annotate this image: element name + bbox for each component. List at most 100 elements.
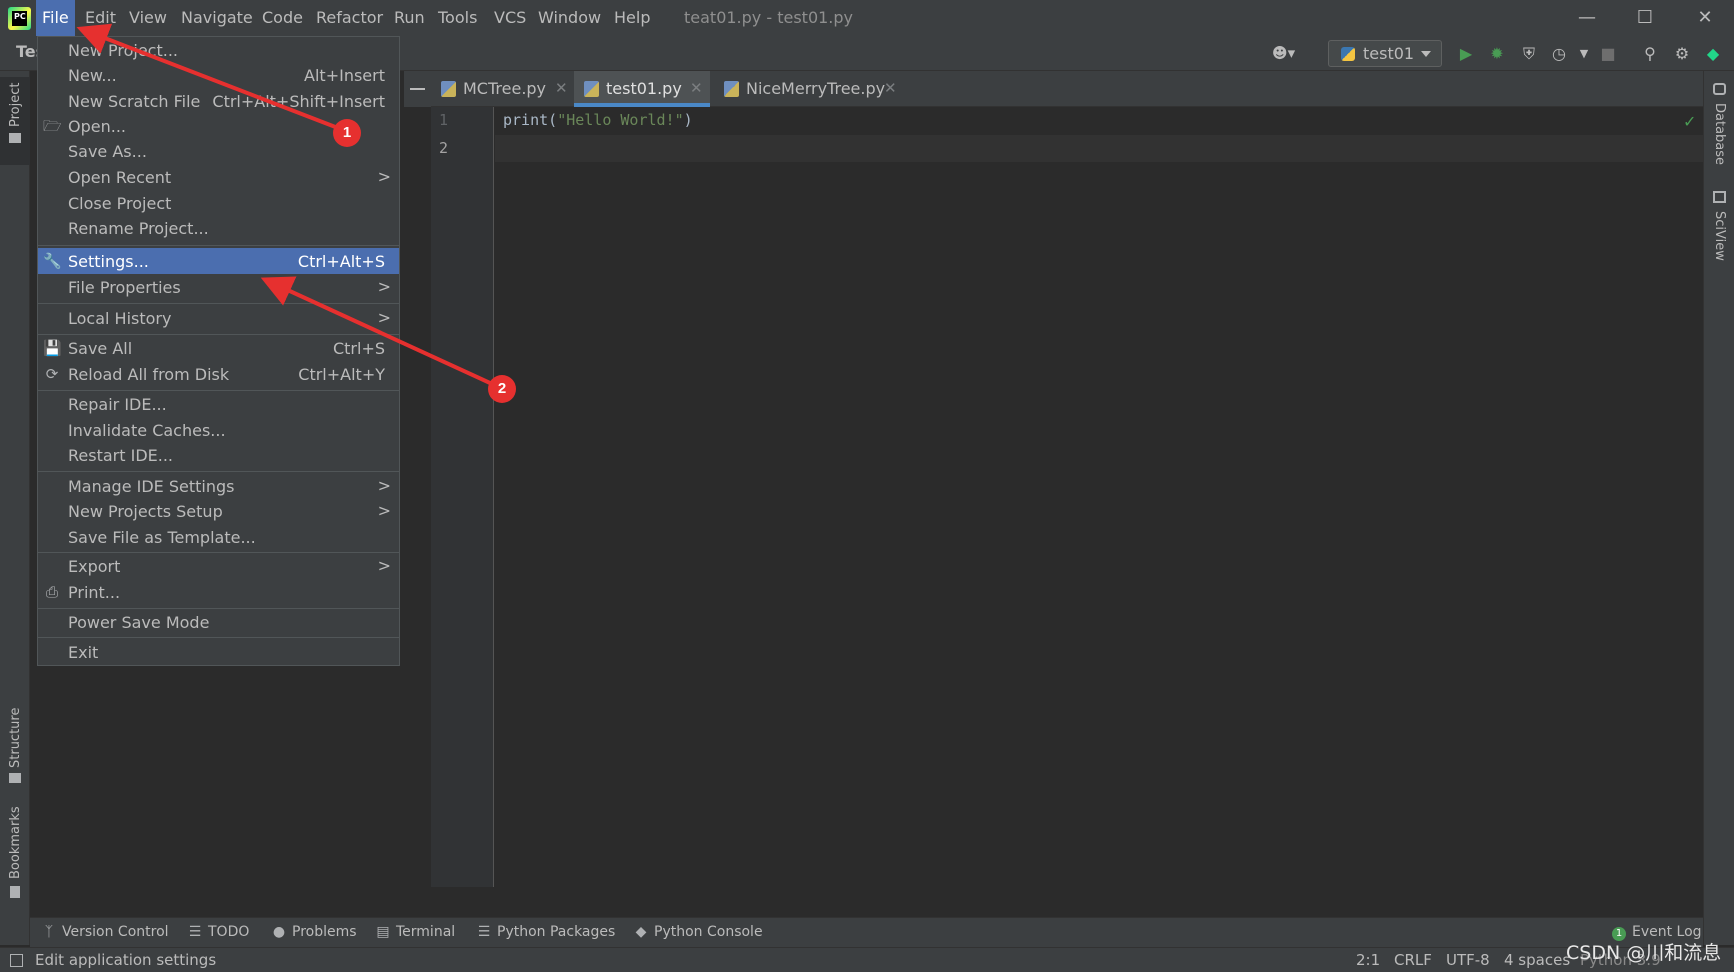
close-tab-icon[interactable]: ✕ <box>690 79 703 97</box>
menu-item-invalidate-caches[interactable]: Invalidate Caches... <box>38 417 399 443</box>
gear-icon[interactable]: ⚙ <box>1672 44 1692 64</box>
left-tool-stripe: Project Structure Bookmarks <box>0 71 30 945</box>
menu-item-reload-all[interactable]: ⟳ Reload All from Disk Ctrl+Alt+Y <box>38 361 399 387</box>
python-packages-tool[interactable]: ☰ Python Packages <box>477 924 616 940</box>
tab-mctree[interactable]: MCTree.py ✕ <box>431 71 571 107</box>
menu-item-file-properties[interactable]: File Properties > <box>38 274 399 300</box>
menu-item-label: Save As... <box>68 142 147 161</box>
inspection-ok-check-icon[interactable]: ✓ <box>1683 112 1696 131</box>
menu-item-print[interactable]: ⎙ Print... <box>38 579 399 605</box>
menu-window[interactable]: Window <box>532 0 607 36</box>
line-separator[interactable]: CRLF <box>1394 951 1432 969</box>
menu-item-new-project[interactable]: New Project... <box>38 37 399 63</box>
menu-item-restart-ide[interactable]: Restart IDE... <box>38 442 399 468</box>
sciview-icon <box>1713 191 1726 203</box>
menu-vcs[interactable]: VCS <box>488 0 532 36</box>
menu-item-new-projects-setup[interactable]: New Projects Setup > <box>38 498 399 524</box>
menu-help[interactable]: Help <box>608 0 656 36</box>
python-console-tool[interactable]: ◆ Python Console <box>634 924 763 940</box>
collapse-project-button[interactable] <box>404 71 431 107</box>
indent-setting[interactable]: 4 spaces <box>1504 951 1570 969</box>
menu-file[interactable]: File <box>36 0 75 36</box>
menu-refactor[interactable]: Refactor <box>310 0 389 36</box>
close-tab-icon[interactable]: ✕ <box>884 79 897 97</box>
menu-item-shortcut: Alt+Insert <box>304 66 385 85</box>
menu-item-repair-ide[interactable]: Repair IDE... <box>38 391 399 417</box>
menu-item-new-scratch-file[interactable]: New Scratch File Ctrl+Alt+Shift+Insert <box>38 88 399 114</box>
close-tab-icon[interactable]: ✕ <box>555 79 568 97</box>
run-icon[interactable]: ▶ <box>1456 44 1476 64</box>
todo-label: TODO <box>208 924 250 940</box>
code-closing-paren: ) <box>683 111 693 129</box>
debug-icon[interactable]: ✹ <box>1487 44 1507 64</box>
python-file-icon <box>441 81 456 97</box>
sciview-tool-label[interactable]: SciView <box>1712 211 1727 261</box>
tab-nicemerrytree[interactable]: NiceMerryTree.py ✕ <box>714 71 904 107</box>
menu-item-label: Power Save Mode <box>68 613 210 632</box>
jetbrains-toolbox-icon[interactable]: ◆ <box>1703 44 1723 64</box>
bookmark-icon <box>10 886 20 898</box>
pycharm-logo-icon: PC <box>8 7 31 30</box>
menu-item-label: Close Project <box>68 194 172 213</box>
menu-navigate[interactable]: Navigate <box>175 0 259 36</box>
branch-icon: ᛉ <box>44 924 54 940</box>
structure-tool-label[interactable]: Structure <box>8 708 23 768</box>
file-encoding[interactable]: UTF-8 <box>1446 951 1490 969</box>
menu-edit[interactable]: Edit <box>79 0 122 36</box>
minimize-button[interactable]: — <box>1558 0 1616 36</box>
menu-separator <box>38 471 399 472</box>
run-config-selector[interactable]: test01 <box>1328 40 1442 67</box>
terminal-tool[interactable]: ▤ Terminal <box>376 924 455 940</box>
editor-tab-bar: MCTree.py ✕ test01.py ✕ NiceMerryTree.py… <box>404 71 1703 107</box>
menu-item-label: Open... <box>68 117 126 136</box>
menu-item-exit[interactable]: Exit <box>38 639 399 665</box>
menu-item-save-all[interactable]: 💾 Save All Ctrl+S <box>38 335 399 361</box>
profile-icon[interactable]: ◷ <box>1549 44 1569 64</box>
menu-item-open-recent[interactable]: Open Recent > <box>38 164 399 190</box>
menu-item-settings[interactable]: 🔧 Settings... Ctrl+Alt+S <box>38 248 399 274</box>
menu-item-shortcut: Ctrl+Alt+Y <box>298 365 385 384</box>
menu-item-label: New Project... <box>68 41 178 60</box>
stop-icon[interactable]: ■ <box>1598 44 1618 64</box>
problems-tool[interactable]: ● Problems <box>272 924 357 940</box>
code-editor[interactable]: print("Hello World!") <box>495 107 1703 887</box>
menu-item-manage-ide-settings[interactable]: Manage IDE Settings > <box>38 473 399 499</box>
maximize-button[interactable]: ☐ <box>1616 0 1674 36</box>
line-number-gutter: 1 2 <box>431 107 494 887</box>
window-title: teat01.py - test01.py <box>684 8 854 27</box>
menu-item-rename-project[interactable]: Rename Project... <box>38 215 399 241</box>
menu-item-local-history[interactable]: Local History > <box>38 305 399 331</box>
bookmarks-tool-label[interactable]: Bookmarks <box>8 806 23 879</box>
terminal-icon: ▤ <box>376 924 390 940</box>
search-icon[interactable]: ⚲ <box>1640 44 1660 64</box>
right-tool-stripe: Database SciView <box>1703 71 1734 945</box>
menu-run[interactable]: Run <box>388 0 431 36</box>
menu-item-save-file-as-template[interactable]: Save File as Template... <box>38 524 399 550</box>
menu-item-new[interactable]: New... Alt+Insert <box>38 62 399 88</box>
menu-code[interactable]: Code <box>256 0 309 36</box>
user-account-icon[interactable]: ☻▾ <box>1272 44 1306 64</box>
python-packages-label: Python Packages <box>497 924 616 940</box>
menu-tools[interactable]: Tools <box>432 0 483 36</box>
close-window-button[interactable]: ✕ <box>1676 0 1734 36</box>
version-control-tool[interactable]: ᛉ Version Control <box>42 924 169 940</box>
more-run-chevron-icon[interactable]: ▼ <box>1574 44 1594 64</box>
menu-item-close-project[interactable]: Close Project <box>38 190 399 216</box>
menu-item-power-save-mode[interactable]: Power Save Mode <box>38 609 399 635</box>
tab-test01[interactable]: test01.py ✕ <box>574 71 710 107</box>
submenu-arrow-icon: > <box>377 167 391 186</box>
code-string-literal: "Hello World!" <box>557 111 684 129</box>
project-tool-label[interactable]: Project <box>8 83 23 127</box>
python-console-label: Python Console <box>654 924 763 940</box>
printer-icon: ⎙ <box>45 583 58 601</box>
menu-item-export[interactable]: Export > <box>38 553 399 579</box>
todo-tool[interactable]: ☰ TODO <box>188 924 250 940</box>
menu-item-label: New Projects Setup <box>68 502 223 521</box>
caret-position[interactable]: 2:1 <box>1356 951 1380 969</box>
menu-view[interactable]: View <box>123 0 173 36</box>
database-tool-label[interactable]: Database <box>1712 103 1727 165</box>
coverage-icon[interactable]: ⛨ <box>1519 44 1539 64</box>
submenu-arrow-icon: > <box>377 556 391 575</box>
problems-label: Problems <box>292 924 357 940</box>
status-toggle-icon[interactable] <box>10 954 23 967</box>
